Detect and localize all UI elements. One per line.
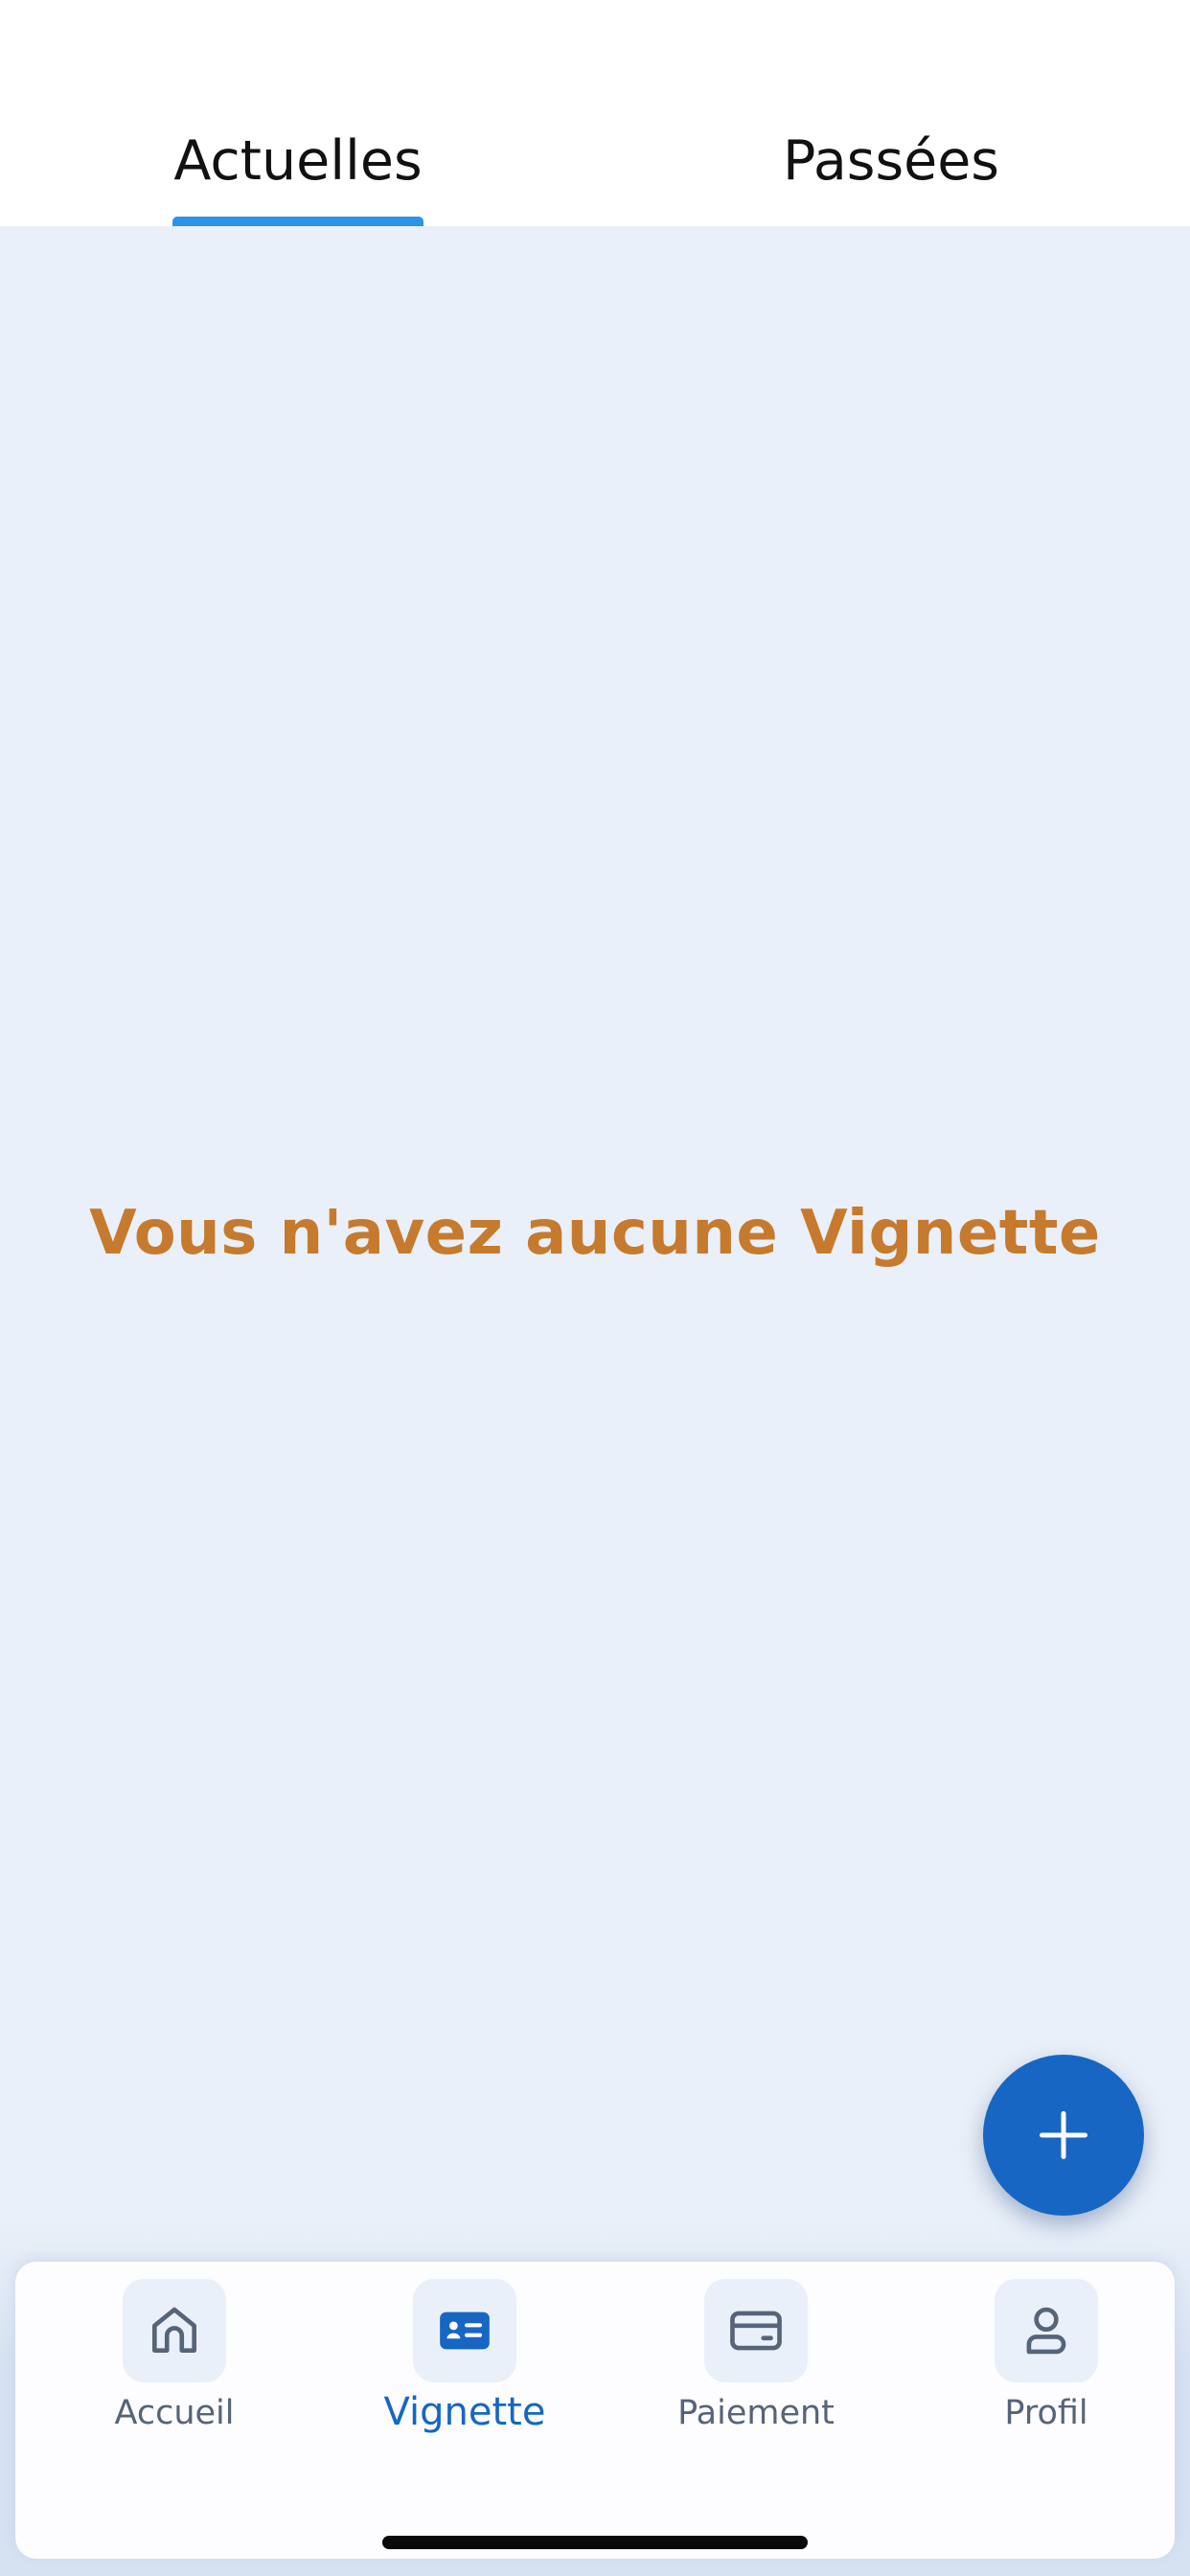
- nav-label-vignette: Vignette: [383, 2390, 546, 2434]
- nav-item-accueil[interactable]: Accueil: [59, 2279, 289, 2461]
- tab-passees-label: Passées: [783, 129, 999, 193]
- tab-passees[interactable]: Passées: [757, 123, 1025, 199]
- tab-actuelles-label: Actuelles: [173, 129, 423, 193]
- nav-label-paiement: Paiement: [677, 2394, 835, 2432]
- bottom-navigation: Accueil Vignette Paiement Profil: [15, 2262, 1175, 2559]
- nav-icon-container: [704, 2279, 808, 2382]
- home-icon: [152, 2307, 196, 2353]
- nav-icon-container: [413, 2279, 516, 2382]
- credit-card-icon: [730, 2311, 782, 2351]
- nav-label-accueil: Accueil: [114, 2394, 235, 2432]
- empty-state-message: Vous n'avez aucune Vignette: [89, 1198, 1101, 1269]
- nav-icon-container: [123, 2279, 226, 2382]
- add-vignette-button[interactable]: [983, 2055, 1144, 2216]
- top-tab-bar: Actuelles Passées: [0, 0, 1190, 226]
- user-icon: [1026, 2307, 1066, 2355]
- active-tab-indicator: [172, 217, 423, 226]
- vignettes-screen: Actuelles Passées Vous n'avez aucune Vig…: [0, 0, 1190, 2576]
- tab-actuelles[interactable]: Actuelles: [172, 123, 423, 199]
- nav-item-paiement[interactable]: Paiement: [641, 2279, 871, 2461]
- nav-item-profil[interactable]: Profil: [931, 2279, 1161, 2461]
- nav-icon-container: [995, 2279, 1098, 2382]
- id-card-icon: [440, 2312, 490, 2350]
- nav-item-vignette[interactable]: Vignette: [350, 2279, 580, 2461]
- nav-label-profil: Profil: [1004, 2394, 1088, 2432]
- home-indicator: [382, 2536, 808, 2549]
- plus-icon: [1040, 2111, 1087, 2159]
